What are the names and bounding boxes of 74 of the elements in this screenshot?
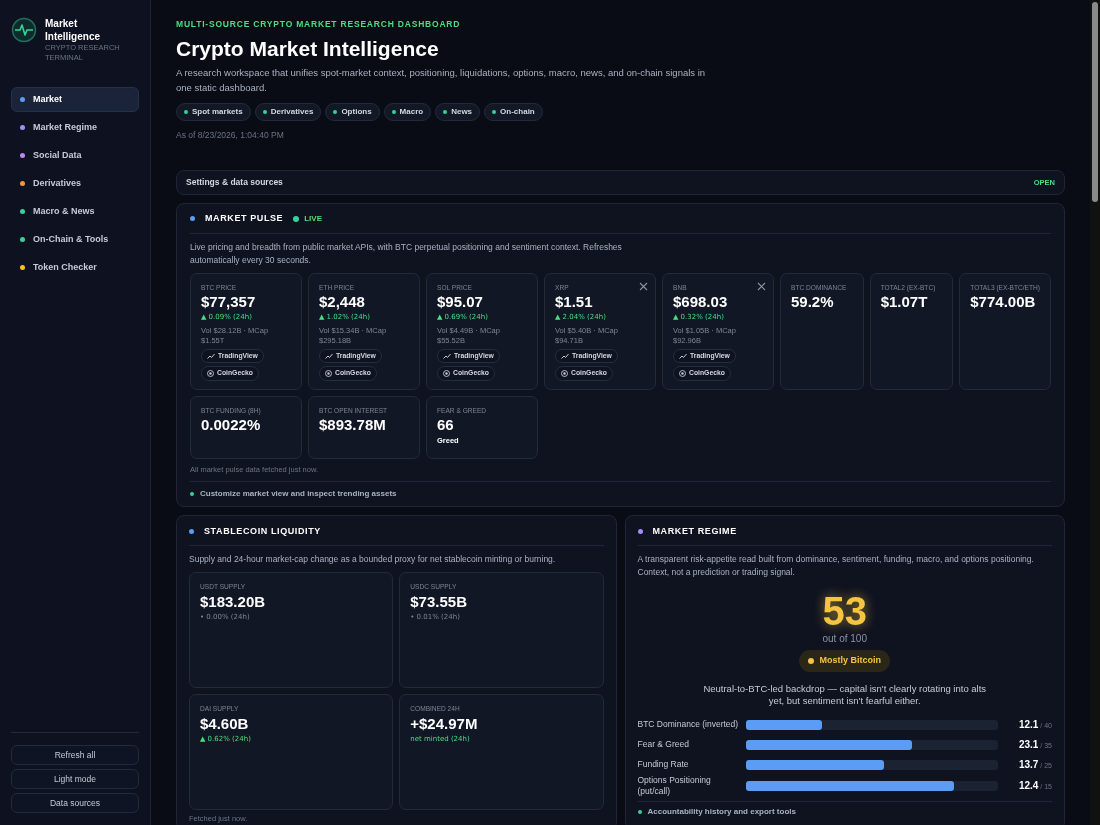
metric-value: +$24.97M (410, 714, 479, 735)
settings-label: Settings & data sources (186, 176, 283, 189)
regime-summary: Neutral-to-BTC-led backdrop — capital isn't clearly rotating into alts yet, but sentiment isn't fearful either. (702, 682, 988, 707)
factor-label: BTC Dominance (inverted) (637, 719, 740, 731)
live-label: LIVE (304, 212, 322, 225)
sidebar-nav-item[interactable]: Token Checker (11, 255, 139, 280)
factor-value: 13.7 (1018, 759, 1039, 770)
section-description: A transparent risk-appetite read built from dominance, sentiment, funding, macro, and options positioning. Context, not a prediction or trading signal. (637, 553, 1035, 580)
factor-value: 12.4 (1018, 780, 1039, 791)
sidebar-nav-item[interactable]: Market (11, 87, 139, 112)
chart-line-icon (561, 353, 569, 359)
target-icon (679, 370, 686, 378)
factor-label: Fear & Greed (637, 739, 690, 751)
live-dot (293, 215, 300, 222)
metric-value: $77,357 (201, 292, 257, 313)
metric-value: $183.20B (200, 592, 267, 613)
section-title: STABLECOIN LIQUIDITY (204, 524, 321, 538)
target-icon (443, 370, 450, 378)
page-description: A research workspace that unifies spot-market context, positioning, liquidations, options, macro, news, and on-chain signals in one static dashboard. (176, 66, 707, 96)
metric-value: 59.2% (791, 292, 835, 313)
target-icon (325, 370, 332, 378)
chart-line-icon (207, 353, 215, 359)
metric-value: $698.03 (673, 292, 729, 313)
metric-value: $774.00B (970, 292, 1037, 313)
timestamp: As of 8/23/2026, 1:04:40 PM (176, 129, 285, 142)
source-chip: Derivatives (254, 103, 322, 122)
sidebar-nav-item[interactable]: Derivatives (11, 171, 139, 196)
source-chip: Macro (383, 103, 432, 122)
factor-label: Funding Rate (637, 759, 690, 771)
sidebar-button[interactable]: Light mode (11, 769, 139, 789)
section-description: Live pricing and breadth from public market APIs, with BTC perpetual positioning and sentiment context. Refreshes automatically every 30 seconds. (190, 240, 623, 267)
metric-value: $73.55B (410, 592, 468, 613)
eyebrow-label: MULTI-SOURCE CRYPTO MARKET RESEARCH DASHBOARD (176, 18, 462, 31)
section-dot (190, 216, 195, 222)
metric-value: $893.78M (319, 415, 387, 436)
sidebar-button[interactable]: Refresh all (11, 745, 139, 765)
chart-line-icon (443, 353, 451, 359)
sidebar-nav-item[interactable]: Macro & News (11, 199, 139, 224)
metric-value: $95.07 (437, 292, 484, 313)
metric-value: $2,448 (319, 292, 366, 313)
target-icon (207, 370, 214, 378)
scrollbar-thumb[interactable] (1092, 2, 1098, 202)
metric-value: 0.0022% (201, 415, 262, 436)
target-icon (561, 370, 568, 378)
factor-value: 12.1 (1018, 719, 1039, 730)
expander-link[interactable]: Accountability history and export tools (637, 800, 1052, 818)
sidebar-nav-item[interactable]: Social Data (11, 143, 139, 168)
regime-score: 53 (822, 589, 867, 634)
factor-label: Options Positioning (put/call) (637, 774, 712, 797)
page-title: Crypto Market Intelligence (176, 35, 440, 62)
sidebar-nav-item[interactable]: Market Regime (11, 115, 139, 140)
expander-link[interactable]: Customize market view and inspect trending assets (190, 480, 1051, 500)
sidebar-nav-item[interactable]: On-Chain & Tools (11, 227, 139, 252)
section-dot (637, 529, 643, 534)
source-chip: Options (325, 103, 380, 122)
section-title: MARKET REGIME (652, 524, 737, 538)
section-description: Supply and 24-hour market-cap change as a bounded proxy for net stablecoin minting or burning. (189, 553, 557, 567)
sidebar-button[interactable]: Data sources (11, 793, 139, 813)
section-title: MARKET PULSE (205, 212, 284, 225)
chart-line-icon (679, 353, 687, 359)
metric-value: $1.51 (555, 292, 594, 313)
chart-line-icon (325, 353, 333, 359)
source-chip: News (435, 103, 481, 122)
brand-title: Market Intelligence (45, 17, 101, 43)
pulse-logo-icon (11, 17, 37, 43)
source-chip: Spot markets (176, 103, 251, 122)
factor-value: 23.1 (1018, 739, 1039, 750)
metric-value: $4.60B (200, 714, 250, 735)
metric-value: $1.07T (880, 292, 929, 313)
metric-value: 66 (437, 415, 455, 436)
source-chip: On-chain (484, 103, 543, 122)
score-caption: out of 100 (822, 633, 867, 645)
section-dot (189, 529, 194, 534)
regime-badge: Mostly Bitcoin (799, 650, 890, 672)
